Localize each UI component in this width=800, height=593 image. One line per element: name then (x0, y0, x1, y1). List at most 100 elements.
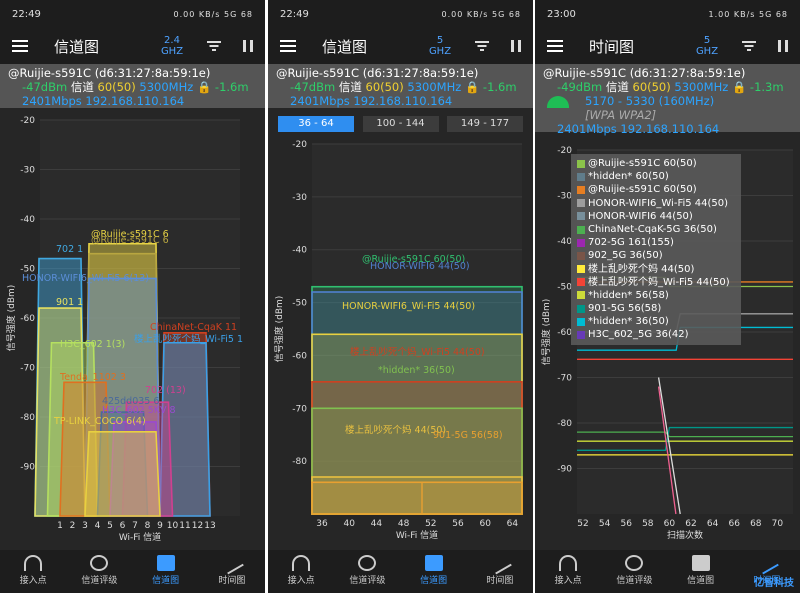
status-icons: 1.00 KB/s 5G 68 (708, 9, 788, 19)
band-toggle-button[interactable]: 2.4 GHZ (157, 35, 187, 57)
screen-channel-graph-24: 22:49 0.00 KB/s 5G 68 信道图 2.4 GHZ @Ruiji… (0, 0, 265, 593)
x-tick-label: 54 (599, 519, 611, 529)
nav-time-graph[interactable]: 时间图 (467, 550, 533, 593)
line-chart-icon (755, 551, 779, 575)
x-tick-label: 66 (728, 519, 740, 529)
nav-label: 时间图 (486, 576, 514, 586)
band-toggle-button[interactable]: 5 GHZ (425, 35, 455, 57)
nav-channel-graph[interactable]: 信道图 (133, 550, 199, 593)
legend-item: 901-5G 56(58) (577, 302, 735, 315)
x-tick-label: 10 (167, 521, 179, 531)
legend-label: 902_5G 36(50) (588, 250, 663, 262)
app-bar: 时间图 5 GHZ (535, 28, 800, 64)
band-toggle-button[interactable]: 5 GHZ (692, 35, 722, 57)
screen-channel-graph-5: 22:49 0.00 KB/s 5G 68 信道图 5 GHZ @Ruijie-… (268, 0, 533, 593)
legend-item: @Ruijie-s591C 60(50) (577, 157, 735, 170)
page-title: 信道图 (322, 37, 368, 56)
nav-channel-graph[interactable]: 信道图 (668, 550, 734, 593)
legend-item: HONOR-WIFI6_Wi-Fi5 44(50) (577, 197, 735, 210)
legend-swatch (577, 172, 585, 181)
line-chart-icon (488, 551, 512, 575)
signal-line: -47dBm 信道 60(50) 5300MHz 🔒 -1.6m (276, 80, 525, 94)
bar-chart-icon (691, 555, 710, 571)
connected-network-info[interactable]: @Ruijie-s591C (d6:31:27:8a:59:1e) -47dBm… (268, 64, 533, 108)
y-tick-label: -70 (557, 374, 572, 384)
y-tick-label: -90 (557, 465, 572, 475)
nav-channel-rating[interactable]: 信道评级 (66, 550, 132, 593)
nav-access-points[interactable]: 接入点 (0, 550, 66, 593)
filter-icon[interactable] (475, 41, 489, 51)
y-tick-label: -70 (292, 404, 307, 414)
x-axis-label: 扫描次数 (667, 529, 703, 541)
pause-icon[interactable] (511, 40, 521, 52)
legend-item: @Ruijie-s591C 60(50) (577, 183, 735, 196)
app-bar: 信道图 5 GHZ (268, 28, 533, 64)
legend-swatch (577, 317, 585, 326)
nav-time-graph[interactable]: 时间图 (199, 550, 265, 593)
x-tick-label: 52 (425, 519, 436, 529)
x-axis-label: Wi-Fi 信道 (119, 531, 161, 543)
status-time: 23:00 (547, 8, 576, 20)
extra-value: -1.6m (214, 80, 249, 94)
network-label: 楼上乱吵死个妈_Wi-Fi5 1 (134, 333, 243, 345)
bar-chart-icon (156, 555, 175, 571)
x-tick-label: 9 (157, 521, 163, 531)
pause-icon[interactable] (243, 40, 253, 52)
rating-icon (358, 555, 377, 571)
x-tick-label: 56 (452, 519, 464, 529)
legend-item: *hidden* 60(50) (577, 170, 735, 183)
network-label: Tenda_1102 3 (59, 372, 126, 383)
x-tick-label: 48 (398, 519, 410, 529)
tab-100-144[interactable]: 100 - 144 (362, 116, 439, 132)
pause-icon[interactable] (778, 40, 788, 52)
screen-time-graph: 23:00 1.00 KB/s 5G 68 时间图 5 GHZ @Ruijie-… (535, 0, 800, 593)
nav-channel-rating[interactable]: 信道评级 (334, 550, 400, 593)
rate-ip: 2401Mbps 192.168.110.164 (290, 94, 453, 108)
nav-label: 接入点 (287, 576, 315, 586)
y-tick-label: -30 (20, 166, 35, 176)
rating-icon (90, 555, 109, 571)
y-tick-label: -20 (292, 140, 307, 150)
x-tick-label: 52 (577, 519, 588, 529)
nav-channel-rating[interactable]: 信道评级 (601, 550, 667, 593)
network-label: 楼上乱吵死个妈_Wi-Fi5 44(50) (350, 346, 485, 358)
x-tick-label: 64 (507, 519, 519, 529)
nav-label: 接入点 (19, 576, 47, 586)
lock-icon: 🔒 (464, 80, 480, 94)
x-tick-label: 64 (707, 519, 719, 529)
nav-channel-graph[interactable]: 信道图 (401, 550, 467, 593)
menu-icon[interactable] (547, 40, 563, 52)
filter-icon[interactable] (742, 41, 756, 51)
connected-network-info[interactable]: @Ruijie-s591C (d6:31:27:8a:59:1e) -49dBm… (535, 64, 800, 136)
legend-item: 楼上乱吵死个妈_Wi-Fi5 44(50) (577, 276, 735, 289)
nav-label: 接入点 (554, 576, 582, 586)
legend-label: H3C_602_5G 36(42) (588, 329, 689, 341)
signal-value: -47dBm (290, 80, 336, 94)
y-tick-label: -60 (292, 351, 307, 361)
connected-network-info[interactable]: @Ruijie-s591C (d6:31:27:8a:59:1e) -47dBm… (0, 64, 265, 108)
x-tick-label: 3 (82, 521, 88, 531)
filter-icon[interactable] (207, 41, 221, 51)
legend-label: 楼上乱吵死个妈 44(50) (588, 263, 695, 275)
bottom-nav: 接入点 信道评级 信道图 时间图 (268, 550, 533, 593)
legend-swatch (577, 331, 585, 340)
channel-chart-5ghz: -20 -30 -40 -50 -60 -70 -80 36 40 44 48 52 56 60 64 信号强… (273, 140, 523, 541)
legend-item: H3C_602_5G 36(42) (577, 328, 735, 341)
lock-icon: 🔒 (196, 80, 212, 94)
network-label: *hidden* 36(50) (378, 365, 455, 376)
nav-access-points[interactable]: 接入点 (535, 550, 601, 593)
legend-item: *hidden* 36(50) (577, 315, 735, 328)
tab-149-177[interactable]: 149 - 177 (447, 116, 523, 132)
legend-swatch (577, 185, 585, 194)
network-label: H3C_602 5KV 8 (102, 405, 176, 416)
x-tick-label: 40 (343, 519, 355, 529)
legend-label: @Ruijie-s591C 60(50) (588, 184, 697, 196)
menu-icon[interactable] (280, 40, 296, 52)
nav-access-points[interactable]: 接入点 (268, 550, 334, 593)
nav-label: 信道图 (420, 576, 448, 586)
network-label: @Ruijie-s591C 6 (91, 235, 169, 246)
tab-36-64[interactable]: 36 - 64 (278, 116, 354, 132)
status-time: 22:49 (12, 8, 41, 20)
watermark-logo: 亿智科技 (754, 578, 794, 589)
menu-icon[interactable] (12, 40, 28, 52)
